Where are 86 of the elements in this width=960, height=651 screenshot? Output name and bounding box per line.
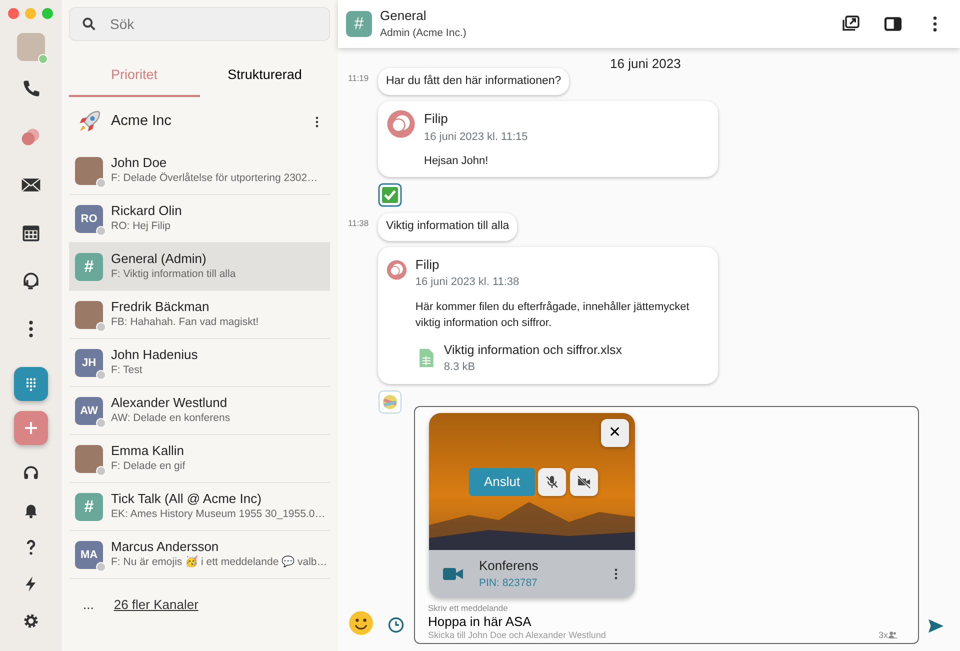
initials-avatar: RO — [75, 204, 103, 233]
settings-icon[interactable] — [22, 612, 40, 630]
dialpad-button[interactable] — [14, 367, 48, 401]
channel-avatar: # — [346, 11, 372, 37]
contact-name: Emma Kallin — [111, 442, 185, 459]
clock-icon[interactable] — [387, 616, 405, 634]
ellipsis-text: ... — [83, 596, 94, 614]
smiley-icon[interactable] — [348, 610, 374, 636]
close-button[interactable]: ✕ — [601, 419, 629, 447]
more-channels-link[interactable]: 26 fler Kanaler — [114, 594, 198, 614]
chat-subtitle: Admin (Acme Inc.) — [380, 26, 468, 41]
message-preview: EK: Ames History Museum 1955 30_1955.0… — [111, 506, 324, 522]
photo-placeholder — [75, 444, 103, 473]
contact-name: John Hadenius — [111, 346, 198, 363]
window-control-dot[interactable] — [25, 8, 36, 19]
photo-placeholder — [75, 300, 103, 329]
conversation-item[interactable]: JH John Hadenius F: Test — [69, 339, 330, 388]
chat-title: General — [380, 7, 428, 26]
channel-avatar: # — [75, 492, 103, 521]
message-text: Hejsan John! — [424, 154, 490, 170]
muted-microphone-icon[interactable] — [544, 474, 560, 490]
video-off-icon[interactable] — [576, 474, 592, 490]
conversation-item[interactable]: MA Marcus Andersson F: Nu är emojis 🥳 i ett meddelande 💬 valb… — [69, 531, 330, 580]
contact-name: Alexander Westlund — [111, 394, 228, 411]
date-label: 16 juni 2023 — [610, 55, 681, 73]
initials-avatar: AW — [75, 396, 103, 425]
search-field[interactable]: Sök — [69, 7, 330, 41]
message-time: 11:19 — [348, 72, 370, 85]
message-text: Här kommer filen du efterfrågade, innehåller jättemycket viktig information och siffror. — [415, 300, 690, 330]
message-preview: FB: Hahahah. Fan vad magiskt! — [111, 314, 259, 330]
message-timestamp: 16 juni 2023 kl. 11:15 — [424, 130, 528, 145]
file-name: Viktig information och siffror.xlsx — [444, 342, 622, 359]
add-button[interactable] — [14, 411, 48, 445]
sticker-icon — [378, 390, 402, 414]
photo-placeholder — [75, 156, 103, 185]
message-preview: F: Nu är emojis 🥳 i ett meddelande 💬 valb… — [111, 554, 324, 570]
tab[interactable]: Strukturerad — [200, 57, 330, 98]
message-preview: AW: Delade en konferens — [111, 410, 230, 426]
chat-avatar-icon — [386, 109, 416, 140]
message-bubble: Har du fått den här informationen? — [378, 68, 570, 96]
author-name: Filip — [415, 256, 440, 274]
conversation-item[interactable]: # Tick Talk (All @ Acme Inc) EK: Ames History Museum 1955 30_1955.0… — [69, 483, 330, 532]
window-control-dot[interactable] — [42, 8, 53, 19]
message-time: 11:38 — [348, 217, 370, 230]
join-button[interactable]: Anslut — [469, 468, 536, 496]
conversation-item[interactable]: John Doe F: Delade Överlåtelse för utportering 2302… — [69, 147, 330, 196]
contact-name: Marcus Andersson — [111, 538, 220, 555]
conversation-item[interactable]: Emma Kallin F: Delade en gif — [69, 435, 330, 484]
message-bubble: Viktig information till alla — [378, 213, 518, 240]
contact-name: Fredrik Bäckman — [111, 298, 210, 315]
contact-name: John Doe — [111, 154, 168, 171]
contact-name: General (Admin) — [111, 250, 208, 267]
message-preview: RO: Hej Filip — [111, 218, 172, 234]
contact-name: Rickard Olin — [111, 202, 182, 219]
initials-avatar: MA — [75, 540, 103, 569]
channel-avatar: # — [75, 252, 103, 281]
online-status-dot — [38, 54, 48, 64]
initials-avatar: JH — [75, 348, 103, 377]
dialpad-icon — [24, 377, 38, 391]
message-preview: F: Test — [111, 362, 144, 378]
conversation-item[interactable]: # General (Admin) F: Viktig information till alla — [69, 243, 330, 292]
file-size: 8.3 kB — [444, 360, 476, 376]
checkmark-icon — [378, 183, 402, 208]
chat-bubbles-icon[interactable] — [20, 126, 42, 148]
message-composer[interactable]: ✕ Anslut Konferens PIN: 823787 Skriv ett meddelande Hoppa in här ASA Skicka till John Doe och Alexander Westlund 3x — [414, 406, 919, 644]
people-icon — [888, 630, 898, 640]
org-name: Acme Inc — [111, 112, 172, 132]
conversation-item[interactable]: Fredrik Bäckman FB: Hahahah. Fan vad magiskt! — [69, 291, 330, 340]
conference-title: Konferens — [479, 557, 540, 576]
headset-icon[interactable] — [22, 464, 40, 482]
message-preview: F: Delade en gif — [111, 458, 186, 474]
message-preview: F: Viktig information till alla — [111, 266, 236, 282]
message-input[interactable]: Hoppa in här ASA — [428, 614, 728, 628]
window-control-dot[interactable] — [8, 8, 19, 19]
recipients-hint: Skicka till John Doe och Alexander Westlund — [428, 629, 606, 642]
contact-name: Tick Talk (All @ Acme Inc) — [111, 490, 262, 507]
send-icon[interactable] — [927, 617, 945, 635]
plus-icon — [23, 420, 39, 436]
message-timestamp: 16 juni 2023 kl. 11:38 — [415, 275, 520, 290]
conference-pin: PIN: 823787 — [479, 576, 538, 591]
recipient-count: 3x — [878, 628, 888, 642]
message-preview: F: Delade Överlåtelse för utportering 2302… — [111, 170, 318, 186]
conversation-item[interactable]: AW Alexander Westlund AW: Delade en konferens — [69, 387, 330, 436]
field-label: Skriv ett meddelande — [428, 602, 509, 614]
author-name: Filip — [424, 110, 449, 128]
sidebar-panel-icon[interactable] — [883, 14, 903, 34]
